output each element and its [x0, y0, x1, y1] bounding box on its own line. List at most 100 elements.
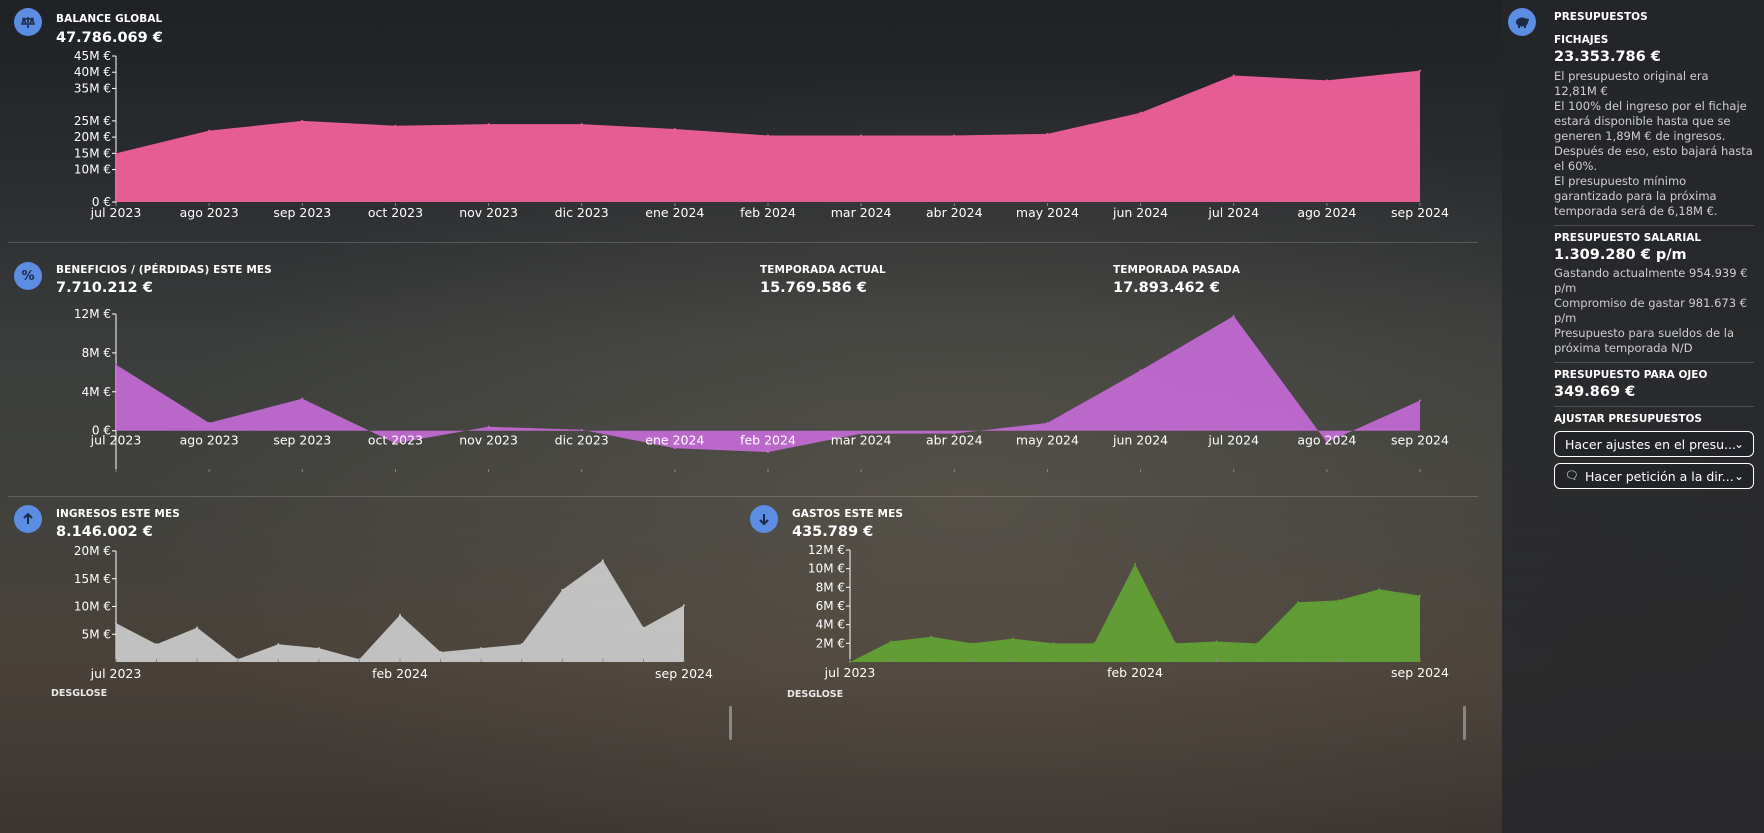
income-breakdown-row[interactable]: Premios en metálico 0 €	[56, 805, 721, 819]
balance-x-tick-label: may 2024	[1016, 205, 1079, 220]
profit-data-point	[208, 421, 211, 424]
profit-data-point	[1232, 314, 1235, 317]
expenses-breakdown-row-label: Emolumentos de directiva	[792, 806, 950, 820]
expenses-breakdown-row[interactable]: Primas 0 €	[792, 726, 1457, 740]
expenses-value: 435.789 €	[792, 524, 874, 540]
balance-x-tick-label: jun 2024	[1112, 205, 1168, 220]
expenses-breakdown-row[interactable]: Sueldos del cuerpo técnico 39.394 €	[792, 766, 1457, 780]
expenses-breakdown-row-value: 0 €	[1437, 726, 1457, 740]
profit-series-area	[116, 315, 1420, 453]
income-breakdown-row[interactable]: Abonos de temporada 0 €	[56, 725, 721, 739]
profit-x-tick-label: dic 2023	[555, 433, 609, 448]
last-season-value: 17.893.462 €	[1113, 280, 1220, 296]
balance-data-point	[208, 129, 211, 132]
income-breakdown-row[interactable]: Merchandising 7.636 €	[56, 765, 721, 779]
expenses-data-point	[1093, 642, 1096, 645]
profit-data-point	[767, 451, 769, 454]
income-data-point	[642, 626, 645, 629]
board-request-dropdown[interactable]: 🗨 Hacer petición a la dir... ⌄	[1554, 463, 1754, 489]
expenses-scrollbar[interactable]	[1463, 706, 1466, 740]
expenses-data-point	[1256, 642, 1259, 645]
income-y-tick-label: 5M €	[82, 627, 111, 641]
income-breakdown-row-value: 0 €	[701, 725, 721, 739]
income-y-tick-label: 20M €	[74, 544, 111, 558]
profit-chart: 0 €4M €8M €12M €jul 2023 ago 2023 sep 2023…	[74, 307, 1449, 472]
expenses-breakdown-row-value: 31.783 €	[1403, 746, 1457, 760]
profit-data-point	[1419, 399, 1421, 402]
expenses-breakdown-row-label: Primas	[792, 726, 833, 740]
transfer-note-original: El presupuesto original era 12,81M €	[1554, 69, 1709, 98]
expenses-breakdown-row-value: 4.847 €	[1411, 786, 1457, 800]
income-breakdown-row[interactable]: Recaudación 0 €	[56, 705, 721, 719]
balance-y-tick-label: 10M €	[74, 163, 111, 177]
wage-budget-title: PRESUPUESTO SALARIAL	[1554, 232, 1702, 244]
budgets-panel: PRESUPUESTOS FICHAJES 23.353.786 € El pr…	[1502, 0, 1764, 833]
expenses-title: GASTOS ESTE MES	[792, 508, 904, 520]
expenses-data-point	[1134, 563, 1136, 565]
balance-x-tick-label: sep 2024	[1391, 205, 1449, 220]
balance-data-point	[673, 128, 676, 130]
balance-x-tick-label: ago 2023	[180, 205, 239, 220]
income-breakdown-row[interactable]: Jugadores transferidos 8.107.418 €	[56, 785, 721, 799]
income-data-point	[683, 604, 685, 607]
adjust-budget-label: Hacer ajustes en el presu...	[1565, 436, 1736, 452]
arrow-down-icon	[750, 505, 778, 533]
balance-x-tick-label: jul 2023	[90, 205, 142, 220]
profit-x-tick-label: jul 2024	[1207, 433, 1259, 448]
arrow-up-icon	[14, 505, 42, 533]
balance-x-tick-label: ago 2024	[1297, 205, 1356, 220]
scouting-budget-value: 349.869 €	[1554, 384, 1636, 400]
income-breakdown-title: DESGLOSE	[51, 688, 108, 699]
income-value: 8.146.002 €	[56, 524, 153, 540]
expenses-breakdown-row[interactable]: Sueldos de jugadores 174.963 €	[792, 706, 1457, 720]
adjust-budget-dropdown[interactable]: Hacer ajustes en el presu... ⌄	[1554, 431, 1754, 457]
profit-y-tick-label: 4M €	[82, 385, 111, 399]
transfer-note-income: El 100% del ingreso por el fichaje estar…	[1554, 99, 1753, 173]
piggy-bank-icon	[1508, 8, 1536, 36]
speech-bubble-icon: 🗨	[1565, 469, 1579, 482]
balance-y-tick-label: 35M €	[74, 81, 111, 95]
balance-chart: 0 €10M €15M €20M €25M €35M €40M €45M €ju…	[74, 49, 1449, 220]
income-breakdown-row-value: 7.636 €	[675, 765, 721, 779]
profit-x-tick-label: ago 2023	[180, 433, 239, 448]
income-scrollbar[interactable]	[729, 706, 732, 740]
expenses-breakdown-row-value: 174.963 €	[1395, 706, 1457, 720]
income-breakdown-row-label: Merchandising	[56, 765, 144, 779]
balance-data-point	[1139, 111, 1142, 114]
profit-x-tick-label: jun 2024	[1112, 433, 1168, 448]
expenses-y-tick-label: 4M €	[816, 618, 845, 632]
profit-title: BENEFICIOS / (PÉRDIDAS) ESTE MES	[56, 264, 272, 276]
finances-main: BALANCE GLOBAL 47.786.069 € 0 € 10M € 15M …	[0, 0, 1500, 833]
expenses-y-tick-label: 12M €	[808, 543, 845, 557]
expenses-y-tick-label: 8M €	[816, 580, 845, 594]
income-breakdown-row-value: 8.107.418 €	[648, 785, 721, 799]
balance-data-point	[953, 134, 956, 137]
percent-icon: %	[14, 262, 42, 290]
profit-data-point	[487, 425, 490, 428]
expenses-data-point	[1215, 640, 1218, 643]
balance-y-tick-label: 20M €	[74, 130, 111, 144]
current-season-value: 15.769.586 €	[760, 280, 867, 296]
income-breakdown-row-label: Jugadores transferidos	[56, 785, 192, 799]
income-chart: 5M € 10M € 15M € 20M € jul 2023 feb 2024 sep 2…	[74, 544, 713, 681]
balance-x-tick-label: oct 2023	[368, 205, 423, 220]
balance-x-tick-label: abr 2024	[926, 205, 983, 220]
balance-x-tick-label: nov 2023	[459, 205, 518, 220]
balance-x-tick-label: feb 2024	[740, 205, 796, 220]
profit-x-tick-label: jul 2023	[90, 433, 142, 448]
income-data-point	[115, 622, 117, 625]
expenses-data-point	[971, 642, 974, 645]
income-series-area	[116, 560, 684, 662]
expenses-breakdown-row[interactable]: Primas por fidelidad 31.783 €	[792, 746, 1457, 760]
expenses-breakdown-row[interactable]: Emolumentos de directiva 0 €	[792, 806, 1457, 820]
income-data-point	[561, 588, 564, 591]
transfer-note-minimum: El presupuesto mínimo garantizado para l…	[1554, 174, 1718, 218]
expenses-data-point	[1378, 588, 1381, 591]
balance-x-tick-label: jul 2024	[1207, 205, 1259, 220]
income-breakdown-row[interactable]: Ingresos TV 22.427 €	[56, 745, 721, 759]
profit-x-tick-label: sep 2024	[1391, 433, 1449, 448]
profit-data-point	[115, 363, 117, 366]
scouting-budget-title: PRESUPUESTO PARA OJEO	[1554, 369, 1708, 381]
expenses-breakdown-row[interactable]: Gastos no futbolísticos 4.847 €	[792, 786, 1457, 800]
separator	[1554, 362, 1754, 363]
